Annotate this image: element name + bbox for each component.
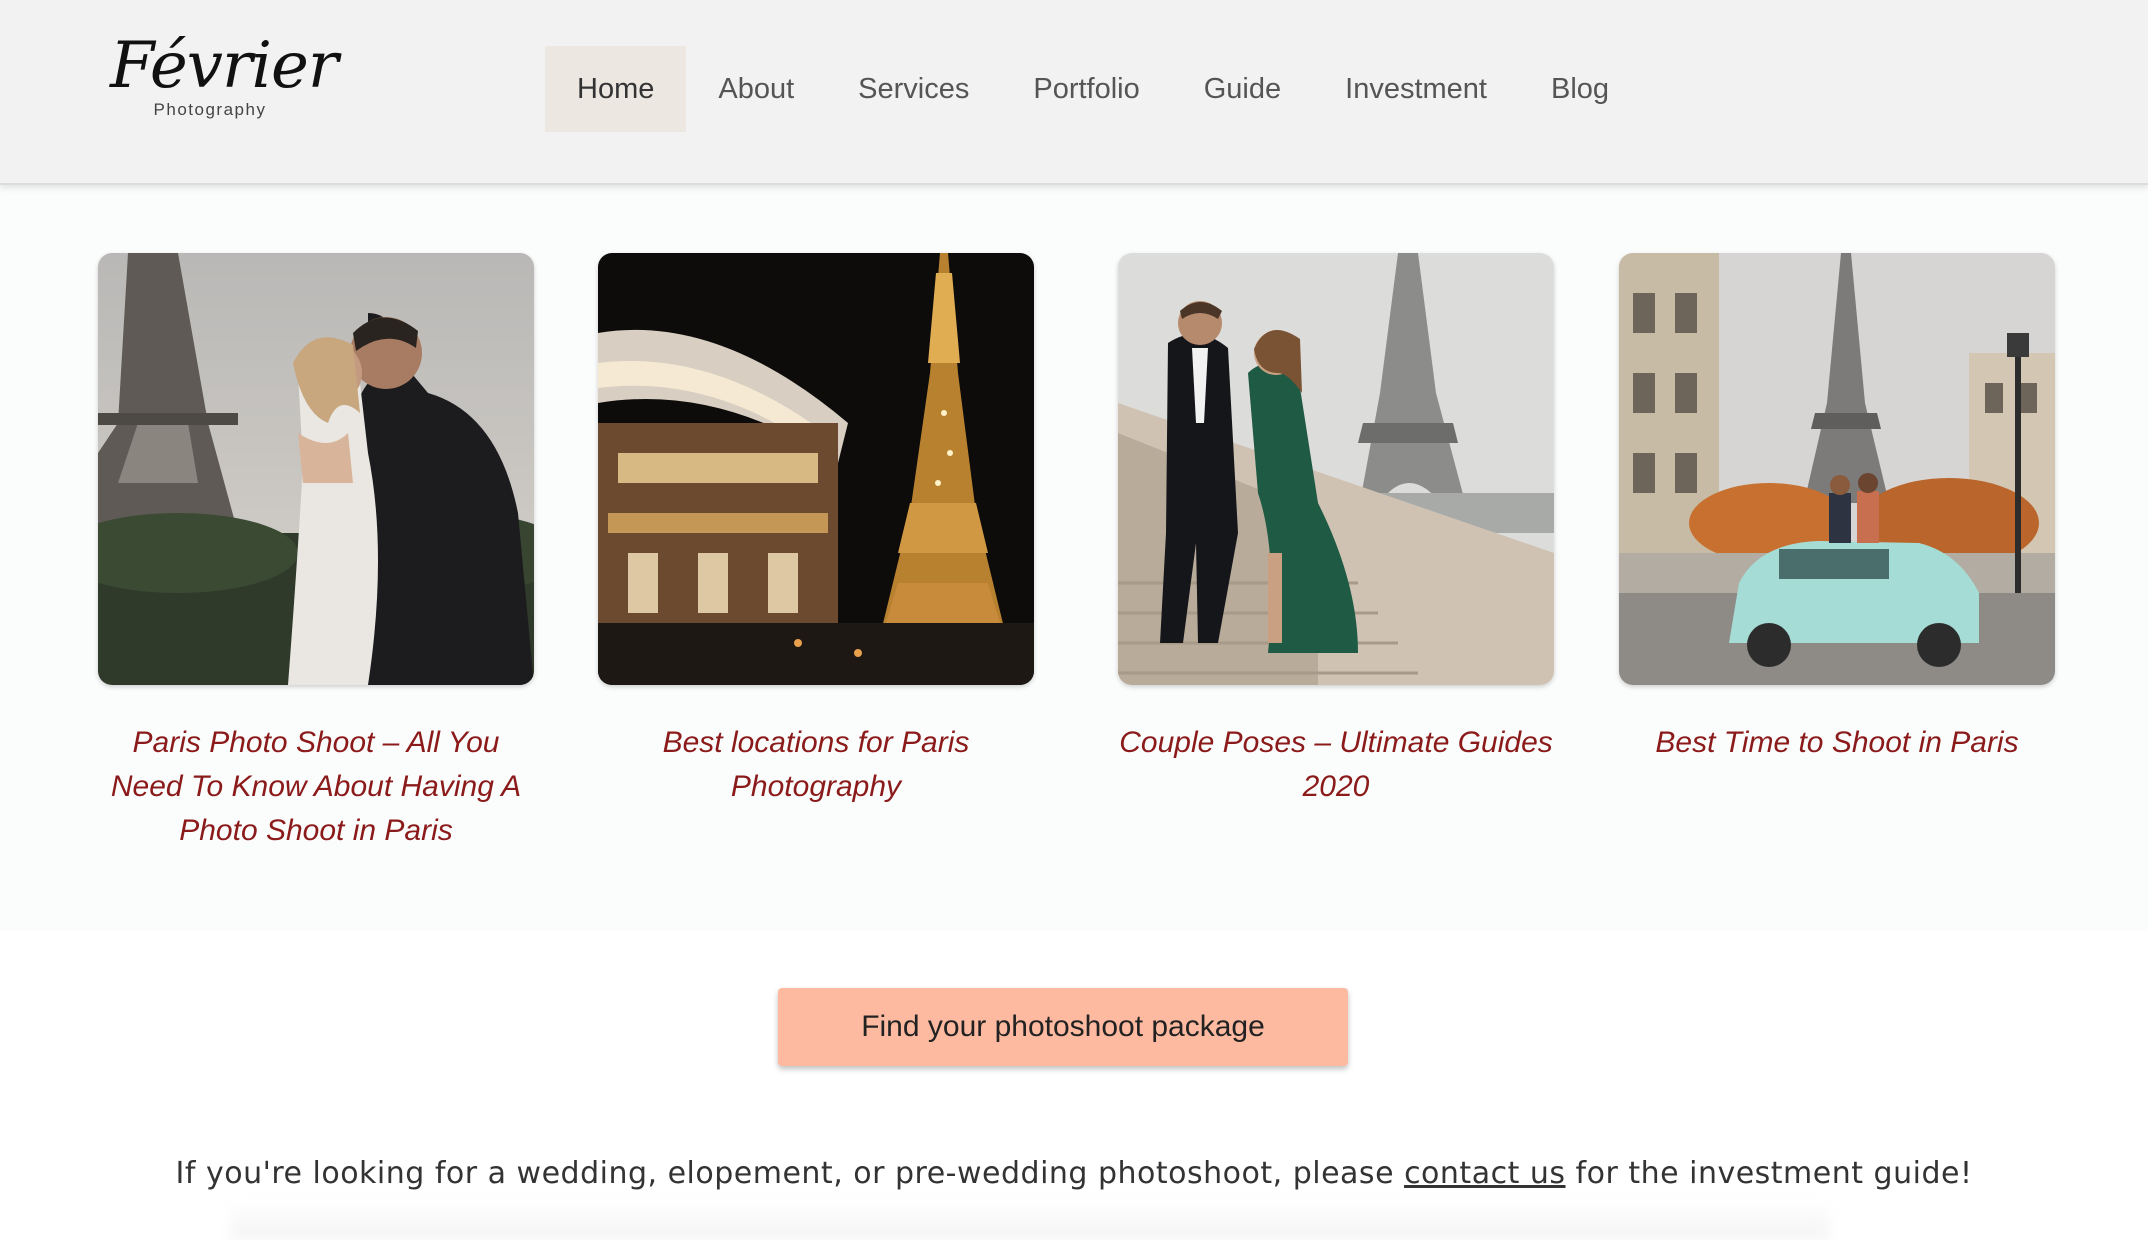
blog-cards-section: Paris Photo Shoot – All You Need To Know… [0, 185, 2148, 930]
investment-note-text-after: for the investment guide! [1565, 1156, 1973, 1191]
blog-card-title[interactable]: Paris Photo Shoot – All You Need To Know… [98, 721, 534, 853]
nav-item-portfolio[interactable]: Portfolio [1001, 46, 1171, 132]
nav-item-home[interactable]: Home [545, 46, 687, 132]
blog-card-title[interactable]: Couple Poses – Ultimate Guides 2020 [1118, 721, 1554, 809]
nav-item-label: Investment [1345, 72, 1487, 105]
nav-item-label: Guide [1203, 72, 1282, 105]
blog-card-image[interactable] [1118, 253, 1554, 685]
blog-card[interactable]: Best Time to Shoot in Paris [1619, 253, 2055, 765]
nav-item-about[interactable]: About [686, 46, 826, 132]
find-package-button[interactable]: Find your photoshoot package [778, 988, 1348, 1066]
investment-note: If you're looking for a wedding, elopeme… [0, 1156, 2148, 1191]
blog-card-title[interactable]: Best locations for Paris Photography [598, 721, 1034, 809]
blog-card-image[interactable] [98, 253, 534, 685]
couple-on-car-eiffel-street-photo [1619, 253, 2055, 685]
brand-tagline: Photography [153, 100, 267, 119]
contact-us-link[interactable]: contact us [1404, 1156, 1565, 1191]
carousel-eiffel-tower-night-photo [598, 253, 1034, 685]
brand-logo[interactable]: Février Photography [110, 29, 338, 120]
investment-note-text-before: If you're looking for a wedding, elopeme… [175, 1156, 1405, 1191]
nav-item-label: Home [577, 72, 655, 105]
main-nav: Home About Services Portfolio Guide Inve… [545, 46, 1641, 132]
nav-item-label: Services [858, 72, 970, 105]
nav-item-blog[interactable]: Blog [1519, 46, 1641, 132]
nav-item-label: Blog [1550, 72, 1610, 105]
nav-item-label: Portfolio [1033, 72, 1140, 105]
site-header: Février Photography Home About Services … [0, 0, 2148, 185]
couple-kissing-eiffel-tower-photo [98, 253, 534, 685]
blog-card-image[interactable] [1619, 253, 2055, 685]
blog-card[interactable]: Couple Poses – Ultimate Guides 2020 [1118, 253, 1554, 809]
blog-card[interactable]: Best locations for Paris Photography [598, 253, 1034, 809]
nav-item-guide[interactable]: Guide [1172, 46, 1313, 132]
bottom-section-fade [230, 1200, 1830, 1240]
couple-walking-stairs-eiffel-photo [1118, 253, 1554, 685]
nav-item-investment[interactable]: Investment [1313, 46, 1519, 132]
blog-card-title[interactable]: Best Time to Shoot in Paris [1619, 721, 2055, 765]
nav-item-label: About [718, 72, 795, 105]
blog-card[interactable]: Paris Photo Shoot – All You Need To Know… [98, 253, 534, 853]
brand-name: Février [110, 29, 338, 103]
blog-card-image[interactable] [598, 253, 1034, 685]
nav-item-services[interactable]: Services [826, 46, 1001, 132]
